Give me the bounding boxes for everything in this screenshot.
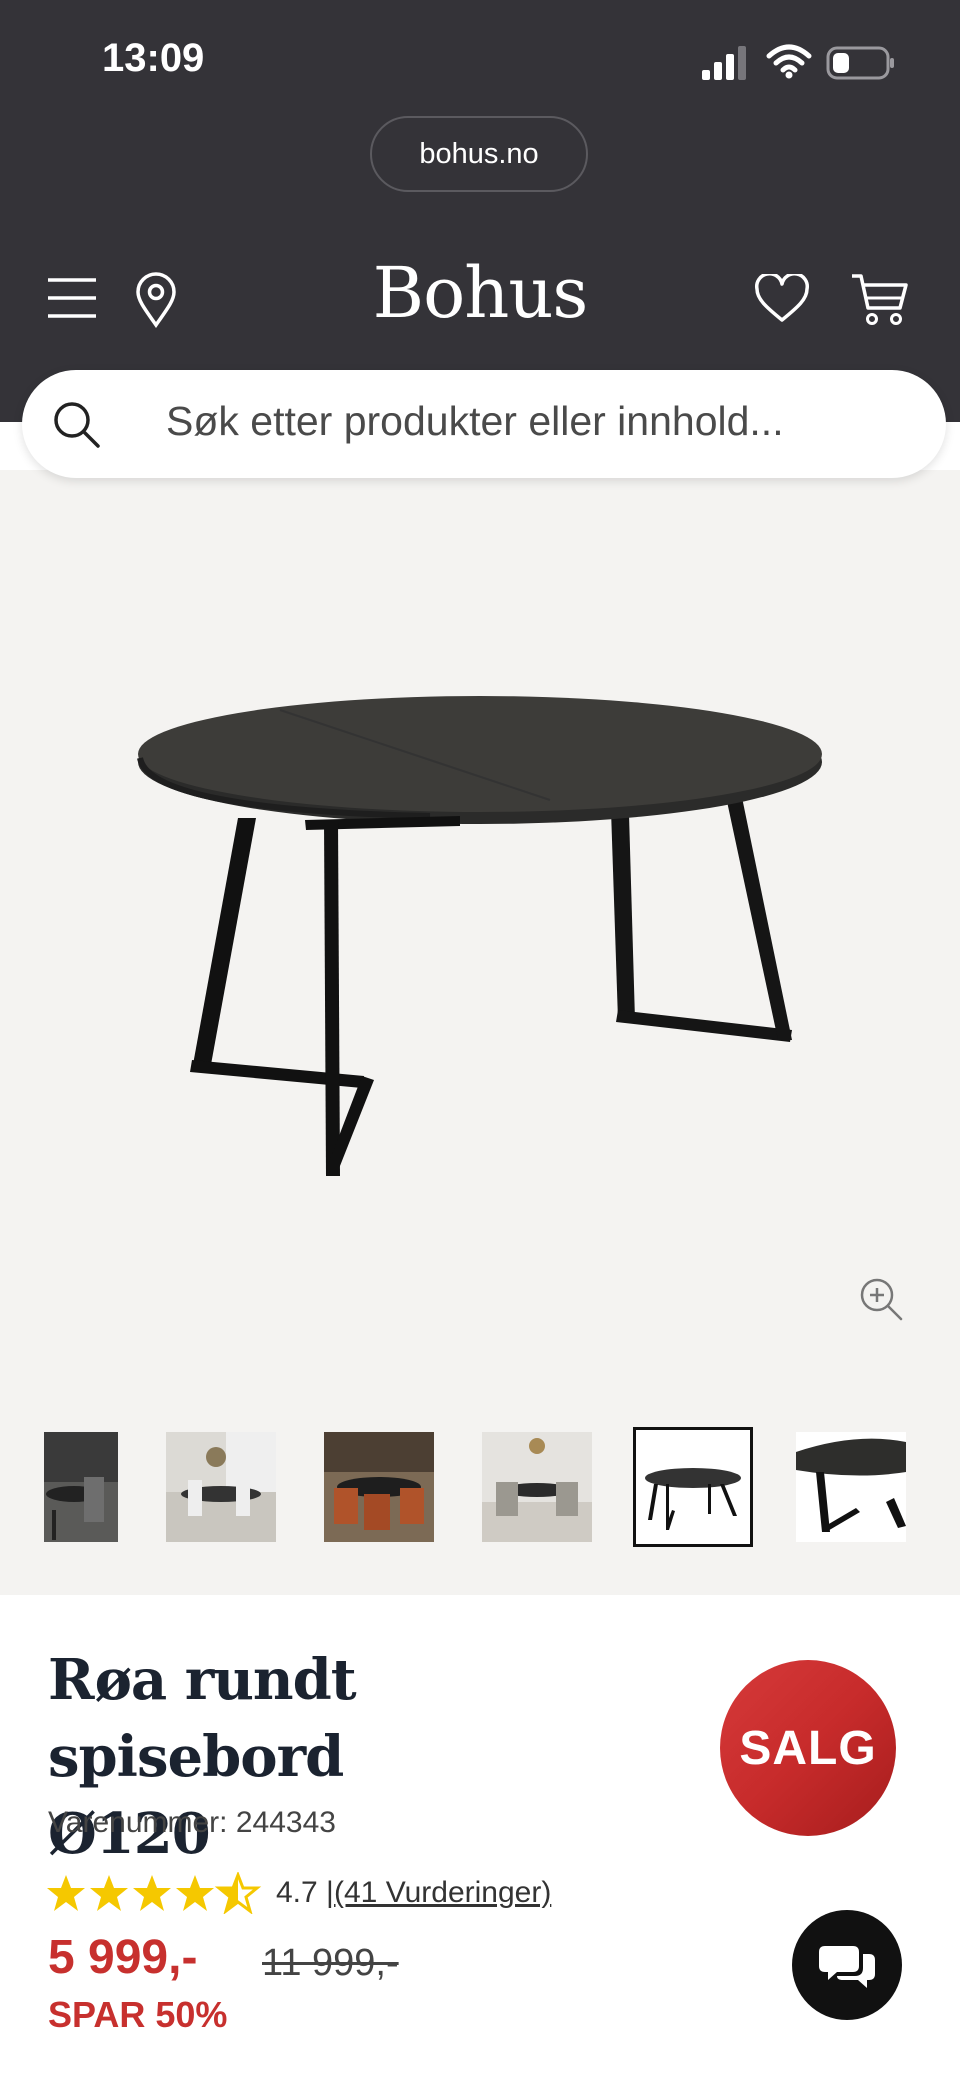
product-title-line1: Røa rundt spisebord (48, 1647, 357, 1790)
sale-badge: SALG (720, 1660, 896, 1836)
zoom-in-icon[interactable] (858, 1276, 904, 1322)
thumbnail-5-selected[interactable] (633, 1427, 753, 1547)
thumbnail-6[interactable] (796, 1432, 906, 1542)
original-price: 11 999,- (262, 1942, 399, 1984)
thumbnail-4[interactable] (482, 1432, 592, 1542)
thumbnail-2[interactable] (166, 1432, 276, 1542)
cart-icon[interactable] (850, 272, 910, 328)
search-input[interactable]: Søk etter produkter eller innhold... (166, 398, 784, 445)
url-text: bohus.no (419, 137, 539, 170)
thumbnail-1[interactable] (44, 1432, 118, 1542)
savings-label: SPAR 50% (48, 1994, 228, 2035)
product-sku: Varenummer: 244343 (48, 1806, 336, 1839)
reviews-link[interactable]: (41 Vurderinger) (334, 1876, 551, 1910)
heart-icon[interactable] (754, 274, 810, 324)
status-time: 13:09 (102, 36, 205, 80)
thumbnail-3[interactable] (324, 1432, 434, 1542)
chat-button[interactable] (792, 1910, 902, 2020)
sale-badge-label: SALG (739, 1721, 877, 1775)
battery-icon (826, 46, 894, 80)
cellular-signal-icon (702, 46, 746, 80)
search-icon (54, 402, 100, 448)
url-bar[interactable]: bohus.no (370, 116, 588, 192)
bohus-logo[interactable]: Bohus (0, 252, 960, 334)
wifi-icon (766, 44, 812, 79)
sale-price: 5 999,- (48, 1931, 198, 1984)
product-image-table[interactable] (130, 690, 830, 1190)
rating-value: 4.7 | (276, 1876, 334, 1909)
chat-bubbles-icon (819, 1946, 875, 1988)
rating-stars (47, 1873, 259, 1913)
